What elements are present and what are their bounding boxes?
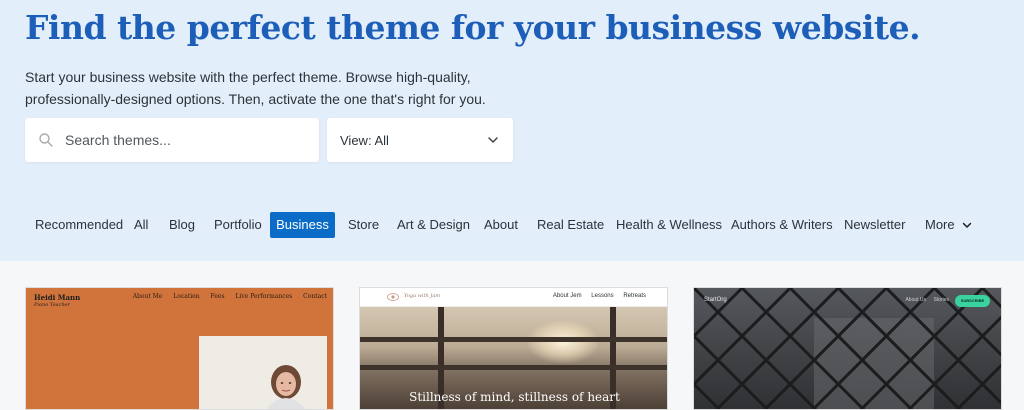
theme-preview-nav: About Me Location Fees Live Performances… (124, 293, 327, 300)
tab-portfolio[interactable]: Portfolio (214, 212, 262, 238)
fence-rail (360, 337, 667, 342)
tab-art-design[interactable]: Art & Design (397, 212, 470, 238)
search-box[interactable] (25, 118, 319, 162)
theme-site-role: Piano Teacher (34, 302, 71, 308)
theme-preview-nav: About Us Stories (899, 297, 949, 303)
hero-section: Find the perfect theme for your business… (0, 0, 1024, 261)
page-title: Find the perfect theme for your business… (25, 8, 921, 47)
theme-nav-item: About Jem (552, 293, 582, 299)
theme-nav-item: Lessons (591, 293, 614, 299)
theme-nav-item: Retreats (623, 293, 646, 299)
tab-recommended[interactable]: Recommended (35, 212, 123, 238)
theme-card[interactable]: Yoga with Jam About Jem Lessons Retreats… (359, 287, 668, 410)
category-nav: Recommended All Blog Portfolio Business … (0, 212, 1024, 238)
chevron-down-icon (963, 222, 972, 228)
sun-glow (528, 321, 598, 363)
tab-store[interactable]: Store (348, 212, 379, 238)
theme-logo: StartOrg (704, 297, 727, 303)
page-subtitle: Start your business website with the per… (25, 69, 486, 107)
theme-preview-photo: Stillness of mind, stillness of heart (360, 307, 667, 409)
theme-nav-item: Fees (210, 293, 225, 300)
theme-preview-header: Yoga with Jam About Jem Lessons Retreats (360, 288, 667, 307)
tab-blog[interactable]: Blog (169, 212, 195, 238)
theme-tagline: Stillness of mind, stillness of heart (409, 390, 620, 404)
portrait-image (267, 365, 305, 409)
fence-pattern (694, 288, 1001, 409)
tab-real-estate[interactable]: Real Estate (537, 212, 604, 238)
theme-nav-item: Stories (933, 297, 949, 303)
view-select[interactable]: View: All (327, 118, 513, 162)
chevron-down-icon (488, 137, 498, 143)
tab-about[interactable]: About (484, 212, 518, 238)
tab-newsletter[interactable]: Newsletter (844, 212, 905, 238)
theme-card[interactable]: Heidi Mann Piano Teacher About Me Locati… (25, 287, 334, 410)
search-input[interactable] (63, 118, 313, 162)
more-label: More (925, 217, 955, 232)
theme-nav-item: About Me (132, 293, 163, 300)
theme-preview-nav: About Jem Lessons Retreats (545, 293, 646, 299)
tab-all[interactable]: All (134, 212, 148, 238)
theme-nav-item: Contact (303, 293, 327, 300)
view-select-label: View: All (340, 133, 389, 148)
fence-rail (360, 365, 667, 370)
logo-icon (387, 293, 399, 301)
theme-nav-item: Location (173, 293, 200, 300)
theme-site-name: Heidi Mann (34, 293, 81, 302)
theme-brand: Yoga with Jam (404, 293, 441, 299)
theme-card[interactable]: StartOrg About Us Stories SUBSCRIBE (693, 287, 1002, 410)
more-menu[interactable]: More (925, 212, 972, 238)
theme-nav-item: About Us (905, 297, 927, 303)
theme-nav-item: Live Performances (235, 293, 293, 300)
tab-business[interactable]: Business (270, 212, 335, 238)
tab-authors-writers[interactable]: Authors & Writers (731, 212, 833, 238)
search-icon (39, 133, 53, 147)
subscribe-button: SUBSCRIBE (955, 295, 990, 307)
tab-health-wellness[interactable]: Health & Wellness (616, 212, 722, 238)
